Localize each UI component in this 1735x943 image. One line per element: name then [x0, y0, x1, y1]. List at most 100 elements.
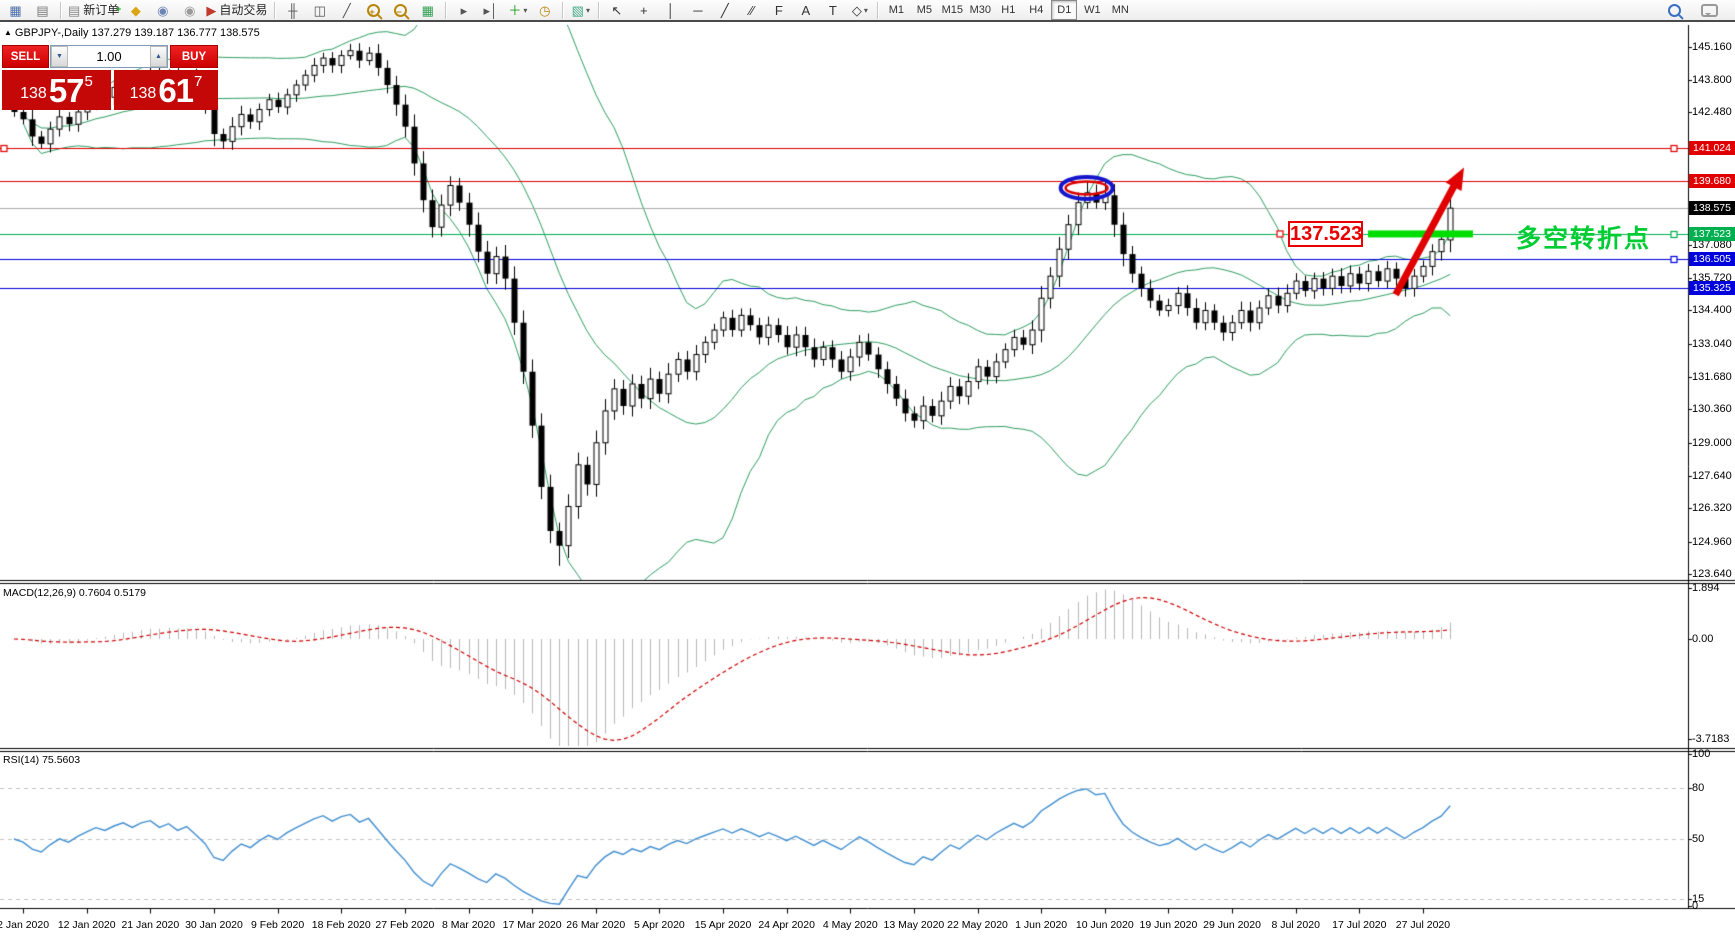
tile-windows-icon[interactable]: ▦: [414, 0, 441, 21]
date-tick-label: 30 Jan 2020: [185, 919, 243, 931]
buy-price-display[interactable]: 138617: [114, 70, 218, 110]
search-icon[interactable]: [1661, 0, 1688, 21]
horizontal-line-icon[interactable]: ─: [684, 0, 711, 21]
price-tick-label: 129.000: [1692, 437, 1732, 449]
date-tick-label: 17 Mar 2020: [503, 919, 562, 931]
volume-decrease-button[interactable]: ▼: [51, 46, 68, 67]
timeframe-m5[interactable]: M5: [911, 0, 937, 20]
timeframe-d1[interactable]: D1: [1051, 0, 1077, 20]
line-chart-type-icon[interactable]: ╱: [333, 0, 360, 21]
timeframe-mn[interactable]: MN: [1107, 0, 1133, 20]
chart-shift-icon[interactable]: ▸│: [477, 0, 504, 21]
toolbar: ▦▤▤+新订单◆◉◉▶自动交易╫◫╱+−▦▸▸│＋▾◷▧▾↖+│─╱⁄⁄FAT◇…: [0, 0, 1735, 22]
price-line-label: 138.575: [1689, 201, 1735, 215]
date-tick-label: 1 Jun 2020: [1015, 919, 1067, 931]
bar-chart-type-icon[interactable]: ╫: [279, 0, 306, 21]
price-tick-label: 80: [1692, 782, 1704, 794]
sell-button[interactable]: SELL: [2, 45, 49, 68]
timeframe-m30[interactable]: M30: [967, 0, 993, 20]
profile-charts-icon[interactable]: ▧▾: [567, 0, 594, 21]
price-line-label: 137.523: [1689, 227, 1735, 241]
date-tick-label: 13 May 2020: [884, 919, 945, 931]
timeframe-h1[interactable]: H1: [995, 0, 1021, 20]
date-tick-label: 19 Jun 2020: [1140, 919, 1198, 931]
toolbar-separator: [562, 2, 563, 19]
channel-icon[interactable]: ⁄⁄: [738, 0, 765, 21]
zoom-out-icon[interactable]: −: [387, 0, 414, 21]
mailbox-icon[interactable]: ◉: [149, 0, 176, 21]
date-tick-label: 26 Mar 2020: [566, 919, 625, 931]
history-center-icon[interactable]: ◆: [122, 0, 149, 21]
new-order-button[interactable]: ▤+新订单: [65, 0, 122, 21]
fibonacci-icon[interactable]: F: [765, 0, 792, 21]
toolbar-separator: [598, 2, 599, 19]
timeframe-h4[interactable]: H4: [1023, 0, 1049, 20]
zoom-in-icon[interactable]: +: [360, 0, 387, 21]
signals-icon[interactable]: ◉: [176, 0, 203, 21]
collapse-triangle-icon[interactable]: ▲: [4, 28, 12, 37]
toolbar-separator: [274, 2, 275, 19]
candlestick-type-icon[interactable]: ◫: [306, 0, 333, 21]
mt4-window: { "toolbar": { "groups": [ {"items": [ {…: [0, 0, 1735, 943]
trendline-icon[interactable]: ╱: [711, 0, 738, 21]
timeframe-m1[interactable]: M1: [883, 0, 909, 20]
date-tick-label: 5 Apr 2020: [634, 919, 685, 931]
market-watch-icon[interactable]: ▤: [29, 0, 56, 21]
chart-window-icon[interactable]: ▦: [2, 0, 29, 21]
date-tick-label: 8 Jul 2020: [1271, 919, 1319, 931]
buy-button[interactable]: BUY: [170, 45, 218, 68]
search-icon: [1668, 4, 1681, 17]
zoom-in-icon: +: [367, 4, 380, 17]
sell-price-display[interactable]: 138575: [2, 70, 111, 110]
price-tick-label: 131.680: [1692, 371, 1732, 383]
date-tick-label: 27 Feb 2020: [375, 919, 434, 931]
date-tick-label: 10 Jun 2020: [1076, 919, 1134, 931]
symbol-ohlc-text: GBPJPY-,Daily 137.279 139.187 136.777 13…: [15, 27, 260, 39]
price-tick-label: 50: [1692, 833, 1704, 845]
price-tick-label: 0.00: [1692, 633, 1713, 645]
one-click-trade-panel: SELL ▼ ▲ BUY 138575 138617: [2, 45, 218, 110]
volume-input[interactable]: [68, 46, 150, 67]
chinese-annotation-text[interactable]: 多空转折点: [1516, 219, 1651, 255]
date-tick-label: 24 Apr 2020: [758, 919, 815, 931]
timeframe-m15[interactable]: M15: [939, 0, 965, 20]
price-tick-label: 100: [1692, 748, 1710, 760]
chart-canvas[interactable]: [0, 0, 1735, 943]
price-tick-label: 145.160: [1692, 41, 1732, 53]
date-tick-label: 2 Jan 2020: [0, 919, 49, 931]
shapes-icon[interactable]: ◇▾: [846, 0, 873, 21]
date-tick-label: 4 May 2020: [823, 919, 878, 931]
auto-scroll-icon[interactable]: ▸: [450, 0, 477, 21]
indicators-button[interactable]: ＋▾: [504, 0, 531, 21]
buy-price-point: 7: [194, 67, 202, 97]
cursor-icon[interactable]: ↖: [603, 0, 630, 21]
price-tick-label: 127.640: [1692, 470, 1732, 482]
timeframe-w1[interactable]: W1: [1079, 0, 1105, 20]
crosshair-icon[interactable]: +: [630, 0, 657, 21]
date-tick-label: 29 Jun 2020: [1203, 919, 1261, 931]
date-tick-label: 18 Feb 2020: [312, 919, 371, 931]
vertical-line-icon[interactable]: │: [657, 0, 684, 21]
date-tick-label: 8 Mar 2020: [442, 919, 495, 931]
price-tick-label: 0: [1692, 900, 1698, 912]
community-icon: [1701, 4, 1718, 17]
toolbar-separator: [445, 2, 446, 19]
buy-price-pips: 61: [158, 74, 193, 107]
buy-price-whole: 138: [130, 81, 157, 107]
rsi-label: RSI(14) 75.5603: [3, 754, 80, 766]
text-icon[interactable]: A: [792, 0, 819, 21]
volume-increase-button[interactable]: ▲: [150, 46, 167, 67]
date-tick-label: 15 Apr 2020: [695, 919, 752, 931]
price-annotation-box[interactable]: 137.523: [1288, 221, 1363, 247]
price-tick-label: 124.960: [1692, 536, 1732, 548]
label-icon[interactable]: T: [819, 0, 846, 21]
zoom-out-icon: −: [394, 4, 407, 17]
auto-trading-button[interactable]: ▶自动交易: [203, 0, 270, 21]
date-tick-label: 12 Jan 2020: [58, 919, 116, 931]
period-icon[interactable]: ◷: [531, 0, 558, 21]
community-icon[interactable]: [1696, 0, 1723, 21]
price-tick-label: 143.800: [1692, 74, 1732, 86]
toolbar-separator: [877, 2, 878, 19]
price-tick-label: -3.7183: [1692, 733, 1729, 745]
date-tick-label: 21 Jan 2020: [121, 919, 179, 931]
